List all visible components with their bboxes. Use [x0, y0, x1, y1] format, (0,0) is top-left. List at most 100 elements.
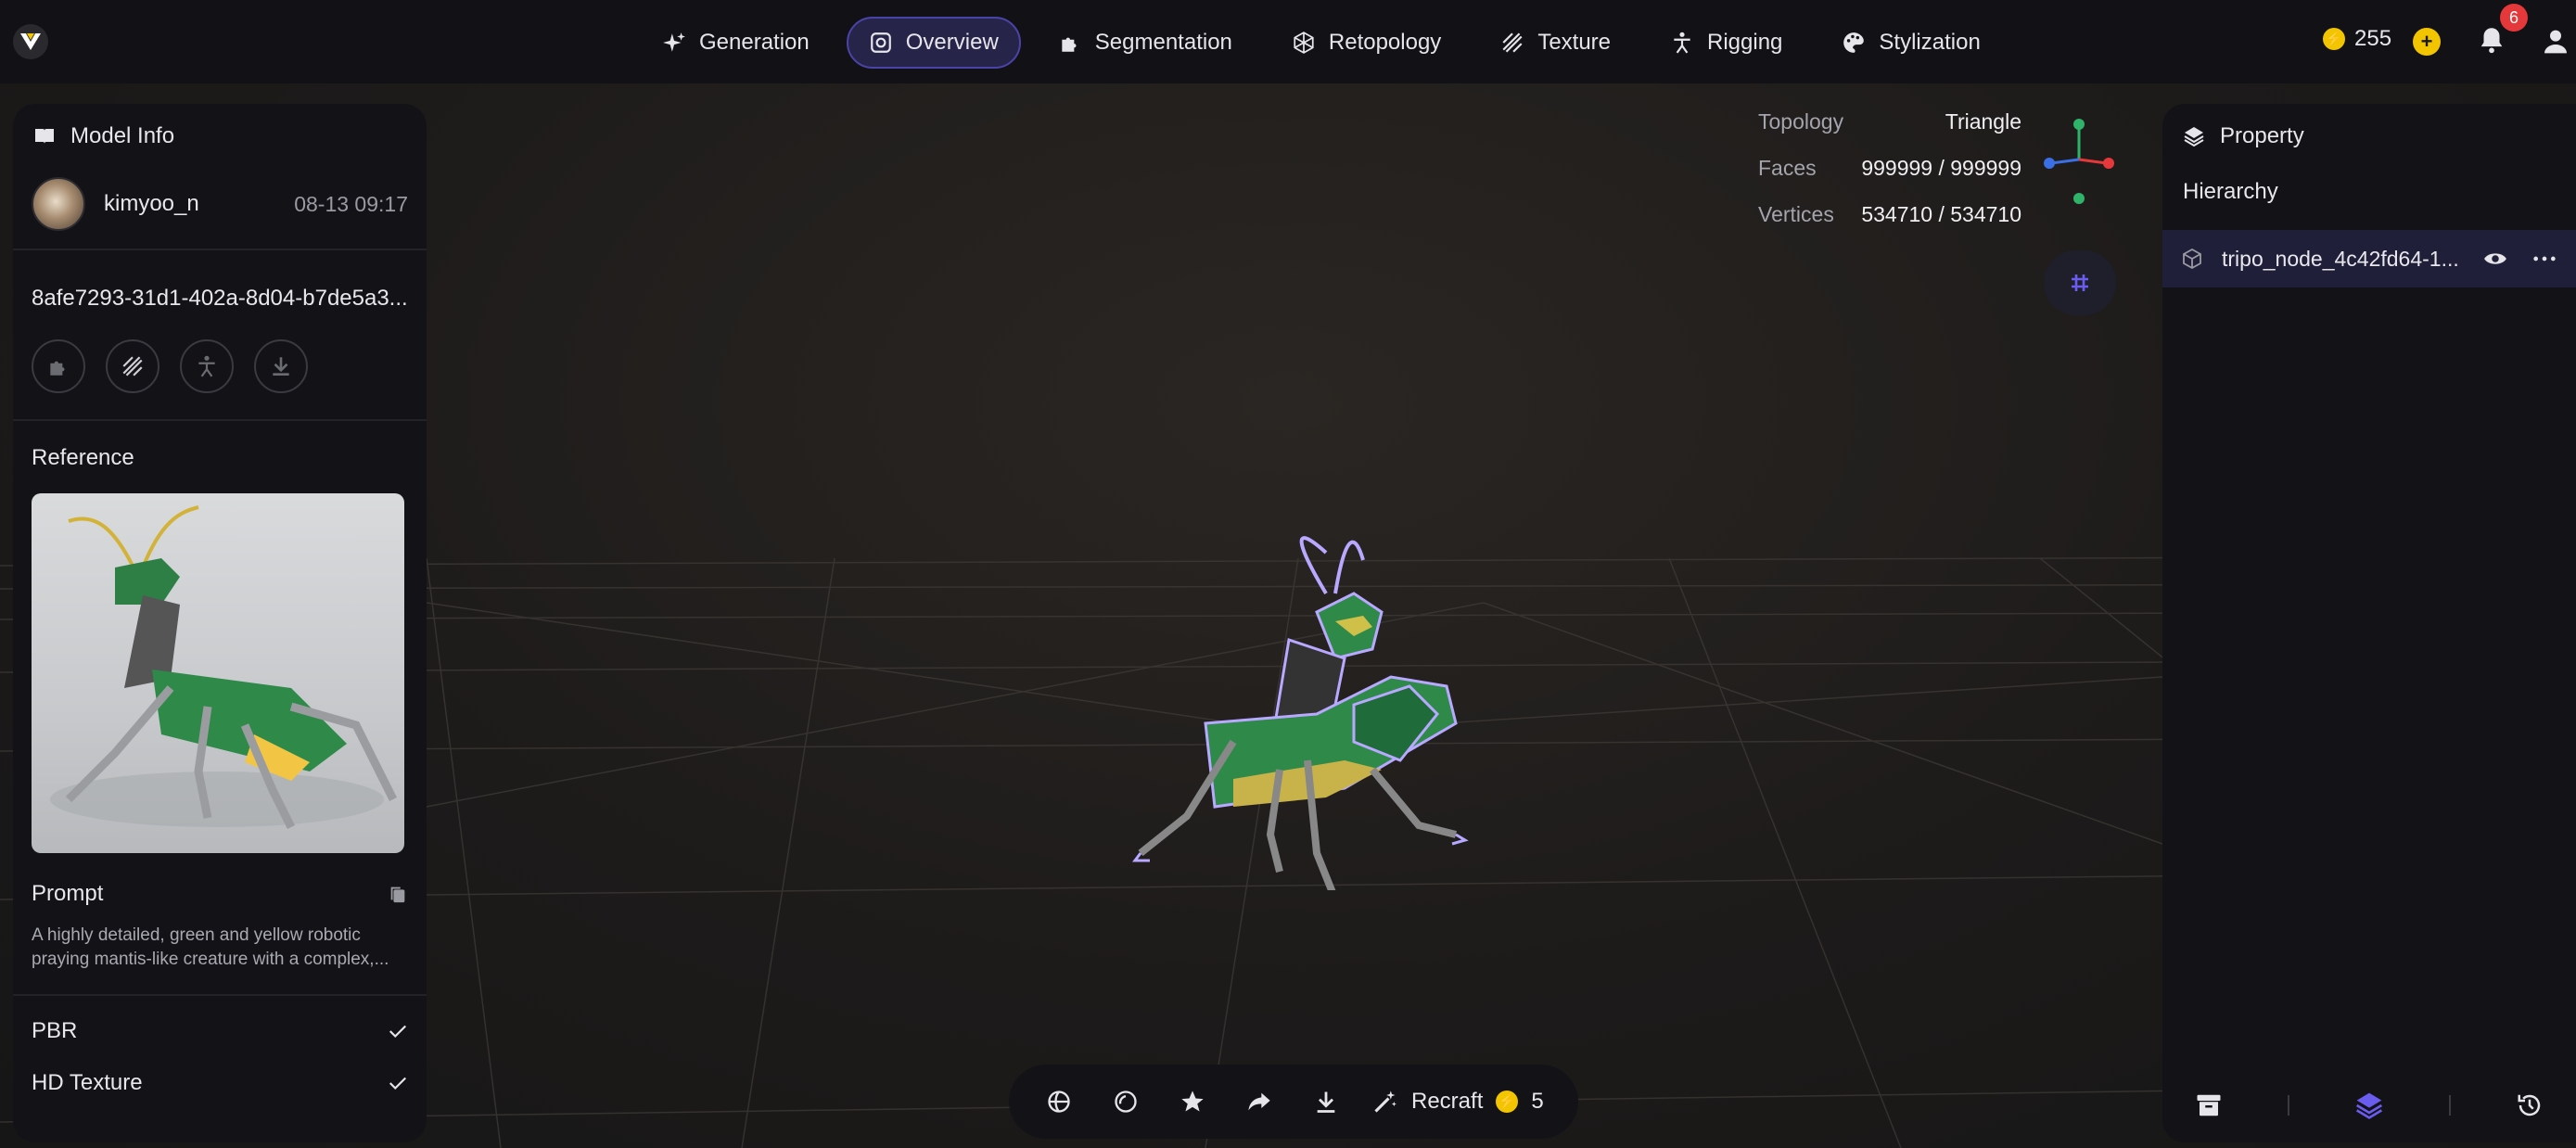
divider — [13, 994, 427, 996]
topology-value: Triangle — [1945, 108, 2021, 134]
palette-icon — [1843, 32, 1865, 53]
task-id[interactable]: 8afe7293-31d1-402a-8d04-b7de5a3... — [13, 286, 427, 312]
tab-generation[interactable]: Generation — [640, 17, 832, 69]
checkmark-icon — [389, 1025, 407, 1039]
checkmark-icon — [389, 1077, 407, 1091]
avatar[interactable] — [32, 177, 85, 231]
axis-gizmo-icon[interactable] — [2042, 113, 2116, 206]
option-label: PBR — [32, 1018, 78, 1043]
tab-label: Retopology — [1328, 30, 1442, 55]
tab-stylization[interactable]: Stylization — [1819, 17, 2002, 69]
hd-texture-option[interactable]: HD Texture — [13, 1057, 427, 1109]
tab-label: Rigging — [1707, 30, 1783, 55]
cube-icon — [2183, 248, 2201, 270]
tab-overview[interactable]: Overview — [846, 17, 1021, 69]
pbr-option[interactable]: PBR — [13, 1005, 427, 1057]
download-button[interactable] — [1293, 1074, 1359, 1129]
model-info-title: Model Info — [70, 123, 175, 148]
prompt-text: A highly detailed, green and yellow robo… — [32, 925, 389, 969]
hierarchy-node-row[interactable]: tripo_node_4c42fd64-1... — [2162, 230, 2576, 287]
recraft-cost: 5 — [1531, 1089, 1544, 1114]
archive-icon[interactable] — [2195, 1091, 2223, 1119]
reference-image[interactable] — [32, 493, 404, 853]
book-icon — [35, 129, 54, 144]
bell-icon[interactable] — [2476, 24, 2507, 56]
lightning-coin-icon: ⚡ — [1496, 1091, 1519, 1113]
model-info-panel: Model Info kimyoo_n 08-13 09:17 8afe7293… — [13, 104, 427, 1142]
copy-icon[interactable] — [388, 884, 408, 904]
download-icon — [1317, 1091, 1335, 1113]
magic-wand-icon — [1374, 1091, 1396, 1113]
divider — [13, 249, 427, 250]
model-action-row — [13, 339, 427, 393]
sparkle-icon — [663, 32, 685, 52]
share-arrow-icon — [1248, 1092, 1270, 1111]
divider — [2449, 1095, 2451, 1116]
person-icon — [198, 355, 215, 377]
prompt-title: Prompt — [32, 881, 104, 906]
star-icon — [1181, 1091, 1204, 1112]
author-row: kimyoo_n 08-13 09:17 — [13, 169, 427, 239]
hash-icon — [2072, 274, 2088, 291]
globe-icon — [1048, 1091, 1070, 1113]
vertices-row: Vertices 534710 / 534710 — [1758, 191, 2021, 237]
hierarchy-label: Hierarchy — [2183, 179, 2278, 204]
tab-label: Generation — [699, 30, 810, 55]
material-button[interactable] — [1092, 1074, 1159, 1129]
texture-icon — [122, 356, 143, 376]
credits-balance[interactable]: ⚡ 255 — [2323, 26, 2391, 52]
top-nav-bar: Generation Overview Segmentation Retopol… — [0, 0, 2576, 83]
wireframe-button[interactable] — [1026, 1074, 1092, 1129]
property-panel: Property Hierarchy tripo_node_4c42fd64-1… — [2162, 104, 2576, 1142]
topology-label: Topology — [1758, 108, 1844, 134]
credits-value: 255 — [2354, 26, 2392, 51]
grid-toggle-button[interactable] — [2044, 250, 2116, 315]
tab-label: Texture — [1537, 30, 1612, 55]
mesh-icon — [1294, 32, 1314, 54]
prompt-header: Prompt — [13, 881, 427, 907]
person-icon — [1674, 32, 1690, 54]
more-options-icon[interactable] — [2531, 246, 2557, 272]
node-name: tripo_node_4c42fd64-1... — [2222, 246, 2459, 271]
segmentation-action-button[interactable] — [32, 339, 85, 393]
favorite-button[interactable] — [1159, 1074, 1226, 1129]
faces-value: 999999 / 999999 — [1861, 155, 2021, 180]
download-action-button[interactable] — [254, 339, 308, 393]
eye-icon[interactable] — [2483, 247, 2507, 271]
rigging-action-button[interactable] — [180, 339, 234, 393]
mode-tabs: Generation Overview Segmentation Retopol… — [640, 17, 2003, 69]
mantis-reference-picture — [50, 505, 398, 830]
tab-retopology[interactable]: Retopology — [1269, 17, 1463, 69]
property-title: Property — [2220, 123, 2304, 148]
tab-texture[interactable]: Texture — [1478, 17, 1633, 69]
tab-label: Overview — [905, 30, 999, 55]
history-icon[interactable] — [2516, 1091, 2544, 1119]
faces-label: Faces — [1758, 155, 1817, 180]
mesh-stats: Topology Triangle Faces 999999 / 999999 … — [1758, 98, 2021, 237]
app-root: Generation Overview Segmentation Retopol… — [0, 0, 2576, 1148]
option-label: HD Texture — [32, 1070, 143, 1095]
recraft-button[interactable]: Recraft ⚡ 5 — [1372, 1089, 1544, 1115]
mantis-model[interactable] — [1113, 464, 1502, 890]
faces-row: Faces 999999 / 999999 — [1758, 145, 2021, 191]
share-button[interactable] — [1226, 1074, 1293, 1129]
tab-label: Segmentation — [1094, 30, 1232, 55]
username[interactable]: kimyoo_n — [104, 191, 294, 217]
topology-row: Topology Triangle — [1758, 98, 2021, 145]
download-icon — [273, 357, 289, 376]
reference-title: Reference — [32, 445, 134, 470]
tab-segmentation[interactable]: Segmentation — [1036, 17, 1255, 69]
divider — [13, 419, 427, 421]
user-icon[interactable] — [2541, 26, 2570, 56]
texture-action-button[interactable] — [106, 339, 159, 393]
notification-badge: 6 — [2500, 4, 2528, 32]
lightning-coin-icon: ⚡ — [2323, 28, 2345, 50]
sphere-icon — [1115, 1091, 1137, 1113]
add-credits-button[interactable]: + — [2413, 28, 2441, 56]
app-logo-icon[interactable] — [13, 24, 48, 59]
vertices-label: Vertices — [1758, 201, 1834, 226]
tab-label: Stylization — [1879, 30, 1981, 55]
layers-icon[interactable] — [2354, 1091, 2384, 1120]
property-footer — [2162, 1068, 2576, 1142]
tab-rigging[interactable]: Rigging — [1648, 17, 1804, 69]
